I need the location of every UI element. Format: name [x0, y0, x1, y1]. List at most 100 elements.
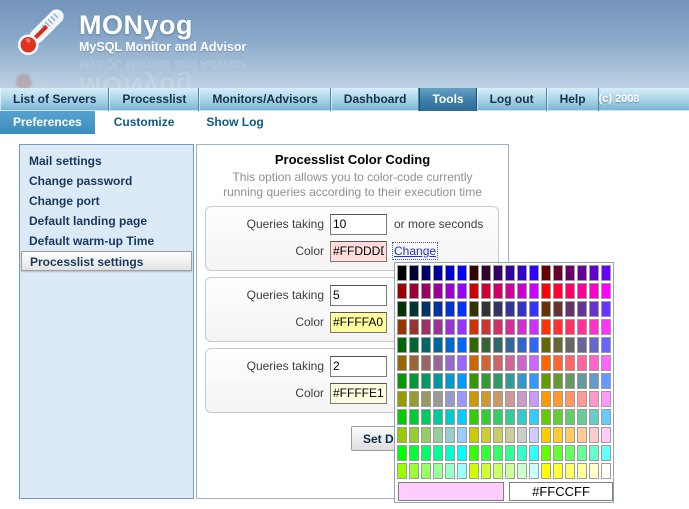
- subnav-tab-show-log[interactable]: Show Log: [193, 111, 276, 134]
- color-swatch[interactable]: [517, 427, 527, 443]
- color-swatch[interactable]: [445, 445, 455, 461]
- color-swatch[interactable]: [421, 337, 431, 353]
- color-swatch[interactable]: [493, 355, 503, 371]
- color-swatch[interactable]: [421, 301, 431, 317]
- color-swatch[interactable]: [565, 355, 575, 371]
- color-swatch[interactable]: [397, 319, 407, 335]
- color-swatch[interactable]: [445, 301, 455, 317]
- color-swatch[interactable]: [481, 409, 491, 425]
- color-swatch[interactable]: [505, 301, 515, 317]
- color-swatch[interactable]: [433, 319, 443, 335]
- color-swatch[interactable]: [409, 355, 419, 371]
- color-swatch[interactable]: [457, 445, 467, 461]
- color-swatch[interactable]: [409, 283, 419, 299]
- color-swatch[interactable]: [529, 283, 539, 299]
- color-swatch[interactable]: [589, 301, 599, 317]
- color-swatch[interactable]: [493, 301, 503, 317]
- color-swatch[interactable]: [565, 337, 575, 353]
- color-swatch[interactable]: [565, 463, 575, 479]
- color-swatch[interactable]: [481, 463, 491, 479]
- color-swatch[interactable]: [457, 463, 467, 479]
- color-swatch[interactable]: [601, 355, 611, 371]
- color-swatch[interactable]: [505, 463, 515, 479]
- color-swatch[interactable]: [445, 463, 455, 479]
- color-swatch[interactable]: [397, 265, 407, 281]
- color-swatch[interactable]: [529, 409, 539, 425]
- color-hex-value[interactable]: #FFCCFF: [509, 482, 613, 501]
- color-swatch[interactable]: [589, 463, 599, 479]
- color-swatch[interactable]: [601, 445, 611, 461]
- nav-tab-log-out[interactable]: Log out: [477, 88, 547, 111]
- color-swatch[interactable]: [457, 283, 467, 299]
- color-swatch[interactable]: [529, 373, 539, 389]
- color-swatch[interactable]: [397, 427, 407, 443]
- nav-tab-processlist[interactable]: Processlist: [109, 88, 199, 111]
- color-swatch[interactable]: [553, 319, 563, 335]
- color-swatch[interactable]: [421, 373, 431, 389]
- color-swatch[interactable]: [577, 391, 587, 407]
- sidebar-item-processlist-settings[interactable]: Processlist settings: [21, 251, 192, 271]
- color-swatch[interactable]: [577, 301, 587, 317]
- color-swatch[interactable]: [481, 445, 491, 461]
- color-swatch[interactable]: [397, 283, 407, 299]
- color-swatch[interactable]: [553, 373, 563, 389]
- color-swatch[interactable]: [469, 463, 479, 479]
- color-swatch[interactable]: [541, 463, 551, 479]
- color-swatch[interactable]: [541, 337, 551, 353]
- color-swatch[interactable]: [433, 373, 443, 389]
- color-swatch[interactable]: [541, 301, 551, 317]
- color-swatch[interactable]: [421, 445, 431, 461]
- color-swatch[interactable]: [469, 445, 479, 461]
- color-swatch[interactable]: [601, 391, 611, 407]
- color-swatch[interactable]: [433, 265, 443, 281]
- color-swatch[interactable]: [409, 337, 419, 353]
- color-swatch[interactable]: [481, 337, 491, 353]
- color-value-input-3[interactable]: [330, 383, 387, 404]
- color-swatch[interactable]: [589, 391, 599, 407]
- color-swatch[interactable]: [481, 283, 491, 299]
- color-swatch[interactable]: [565, 409, 575, 425]
- color-swatch[interactable]: [517, 355, 527, 371]
- color-swatch[interactable]: [481, 319, 491, 335]
- change-color-link-1[interactable]: Change: [394, 244, 436, 258]
- color-swatch[interactable]: [505, 373, 515, 389]
- color-swatch[interactable]: [541, 427, 551, 443]
- color-swatch[interactable]: [529, 319, 539, 335]
- color-swatch[interactable]: [529, 355, 539, 371]
- color-swatch[interactable]: [469, 283, 479, 299]
- color-swatch[interactable]: [529, 427, 539, 443]
- color-swatch[interactable]: [433, 301, 443, 317]
- sidebar-item-change-password[interactable]: Change password: [20, 171, 193, 191]
- color-swatch[interactable]: [421, 319, 431, 335]
- color-swatch[interactable]: [517, 337, 527, 353]
- color-swatch[interactable]: [553, 301, 563, 317]
- color-swatch[interactable]: [529, 265, 539, 281]
- color-swatch[interactable]: [529, 445, 539, 461]
- color-swatch[interactable]: [493, 391, 503, 407]
- color-swatch[interactable]: [577, 445, 587, 461]
- color-swatch[interactable]: [553, 283, 563, 299]
- color-swatch[interactable]: [565, 283, 575, 299]
- color-swatch[interactable]: [445, 265, 455, 281]
- color-swatch[interactable]: [553, 427, 563, 443]
- seconds-input-3[interactable]: [330, 356, 387, 377]
- color-swatch[interactable]: [529, 463, 539, 479]
- color-swatch[interactable]: [577, 373, 587, 389]
- color-swatch[interactable]: [493, 445, 503, 461]
- nav-tab-help[interactable]: Help: [547, 88, 599, 111]
- color-swatch[interactable]: [565, 427, 575, 443]
- nav-tab-monitors-advisors[interactable]: Monitors/Advisors: [199, 88, 330, 111]
- color-swatch[interactable]: [565, 319, 575, 335]
- color-swatch[interactable]: [577, 463, 587, 479]
- color-swatch[interactable]: [409, 445, 419, 461]
- nav-tab-tools[interactable]: Tools: [419, 88, 476, 111]
- color-swatch[interactable]: [541, 283, 551, 299]
- color-swatch[interactable]: [589, 445, 599, 461]
- color-swatch[interactable]: [457, 265, 467, 281]
- color-swatch[interactable]: [517, 463, 527, 479]
- color-swatch[interactable]: [505, 265, 515, 281]
- color-swatch[interactable]: [541, 265, 551, 281]
- sidebar-item-default-landing-page[interactable]: Default landing page: [20, 211, 193, 231]
- color-swatch[interactable]: [397, 337, 407, 353]
- color-swatch[interactable]: [421, 355, 431, 371]
